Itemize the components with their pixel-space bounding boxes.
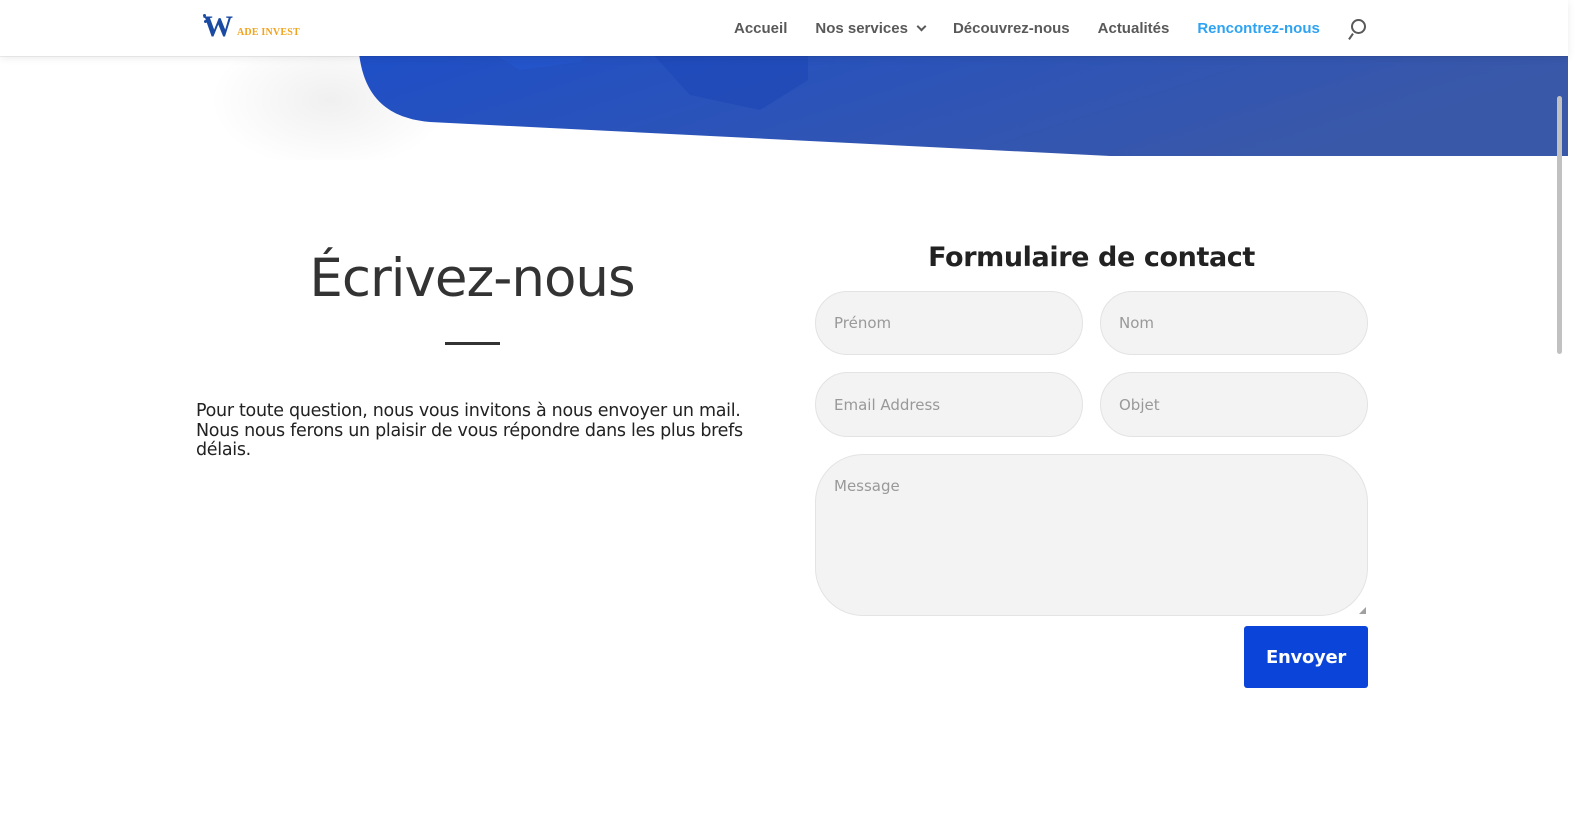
- submit-button[interactable]: Envoyer: [1244, 626, 1368, 688]
- logo-mark: W: [203, 10, 233, 43]
- main-nav: Accueil Nos services Découvrez-nous Actu…: [734, 0, 1348, 56]
- nav-item-label: Nos services: [815, 19, 908, 37]
- chevron-down-icon: [916, 21, 927, 31]
- email-field[interactable]: [815, 372, 1083, 437]
- resize-handle-icon[interactable]: [1359, 607, 1366, 614]
- page-title: Écrivez-nous: [309, 248, 635, 309]
- nav-item-nos-services[interactable]: Nos services: [815, 19, 927, 37]
- site-header: W ADE INVEST Accueil Nos services Découv…: [0, 0, 1568, 56]
- page-scrollbar-track[interactable]: [1568, 0, 1588, 840]
- search-icon[interactable]: [1348, 18, 1368, 40]
- site-logo[interactable]: W ADE INVEST: [203, 12, 303, 42]
- message-field[interactable]: [815, 454, 1368, 616]
- contact-form-title: Formulaire de contact: [928, 242, 1255, 273]
- nav-item-actualites[interactable]: Actualités: [1098, 20, 1170, 37]
- nav-item-rencontrez-nous[interactable]: Rencontrez-nous: [1197, 20, 1320, 37]
- title-divider: [445, 342, 500, 345]
- intro-text: Pour toute question, nous vous invitons …: [196, 401, 743, 460]
- logo-text: ADE INVEST: [237, 27, 300, 38]
- subject-field[interactable]: [1100, 372, 1368, 437]
- nav-item-accueil[interactable]: Accueil: [734, 20, 787, 37]
- page-scrollbar-thumb[interactable]: [1557, 96, 1562, 354]
- nav-item-decouvrez-nous[interactable]: Découvrez-nous: [953, 20, 1070, 37]
- last-name-field[interactable]: [1100, 291, 1368, 355]
- first-name-field[interactable]: [815, 291, 1083, 355]
